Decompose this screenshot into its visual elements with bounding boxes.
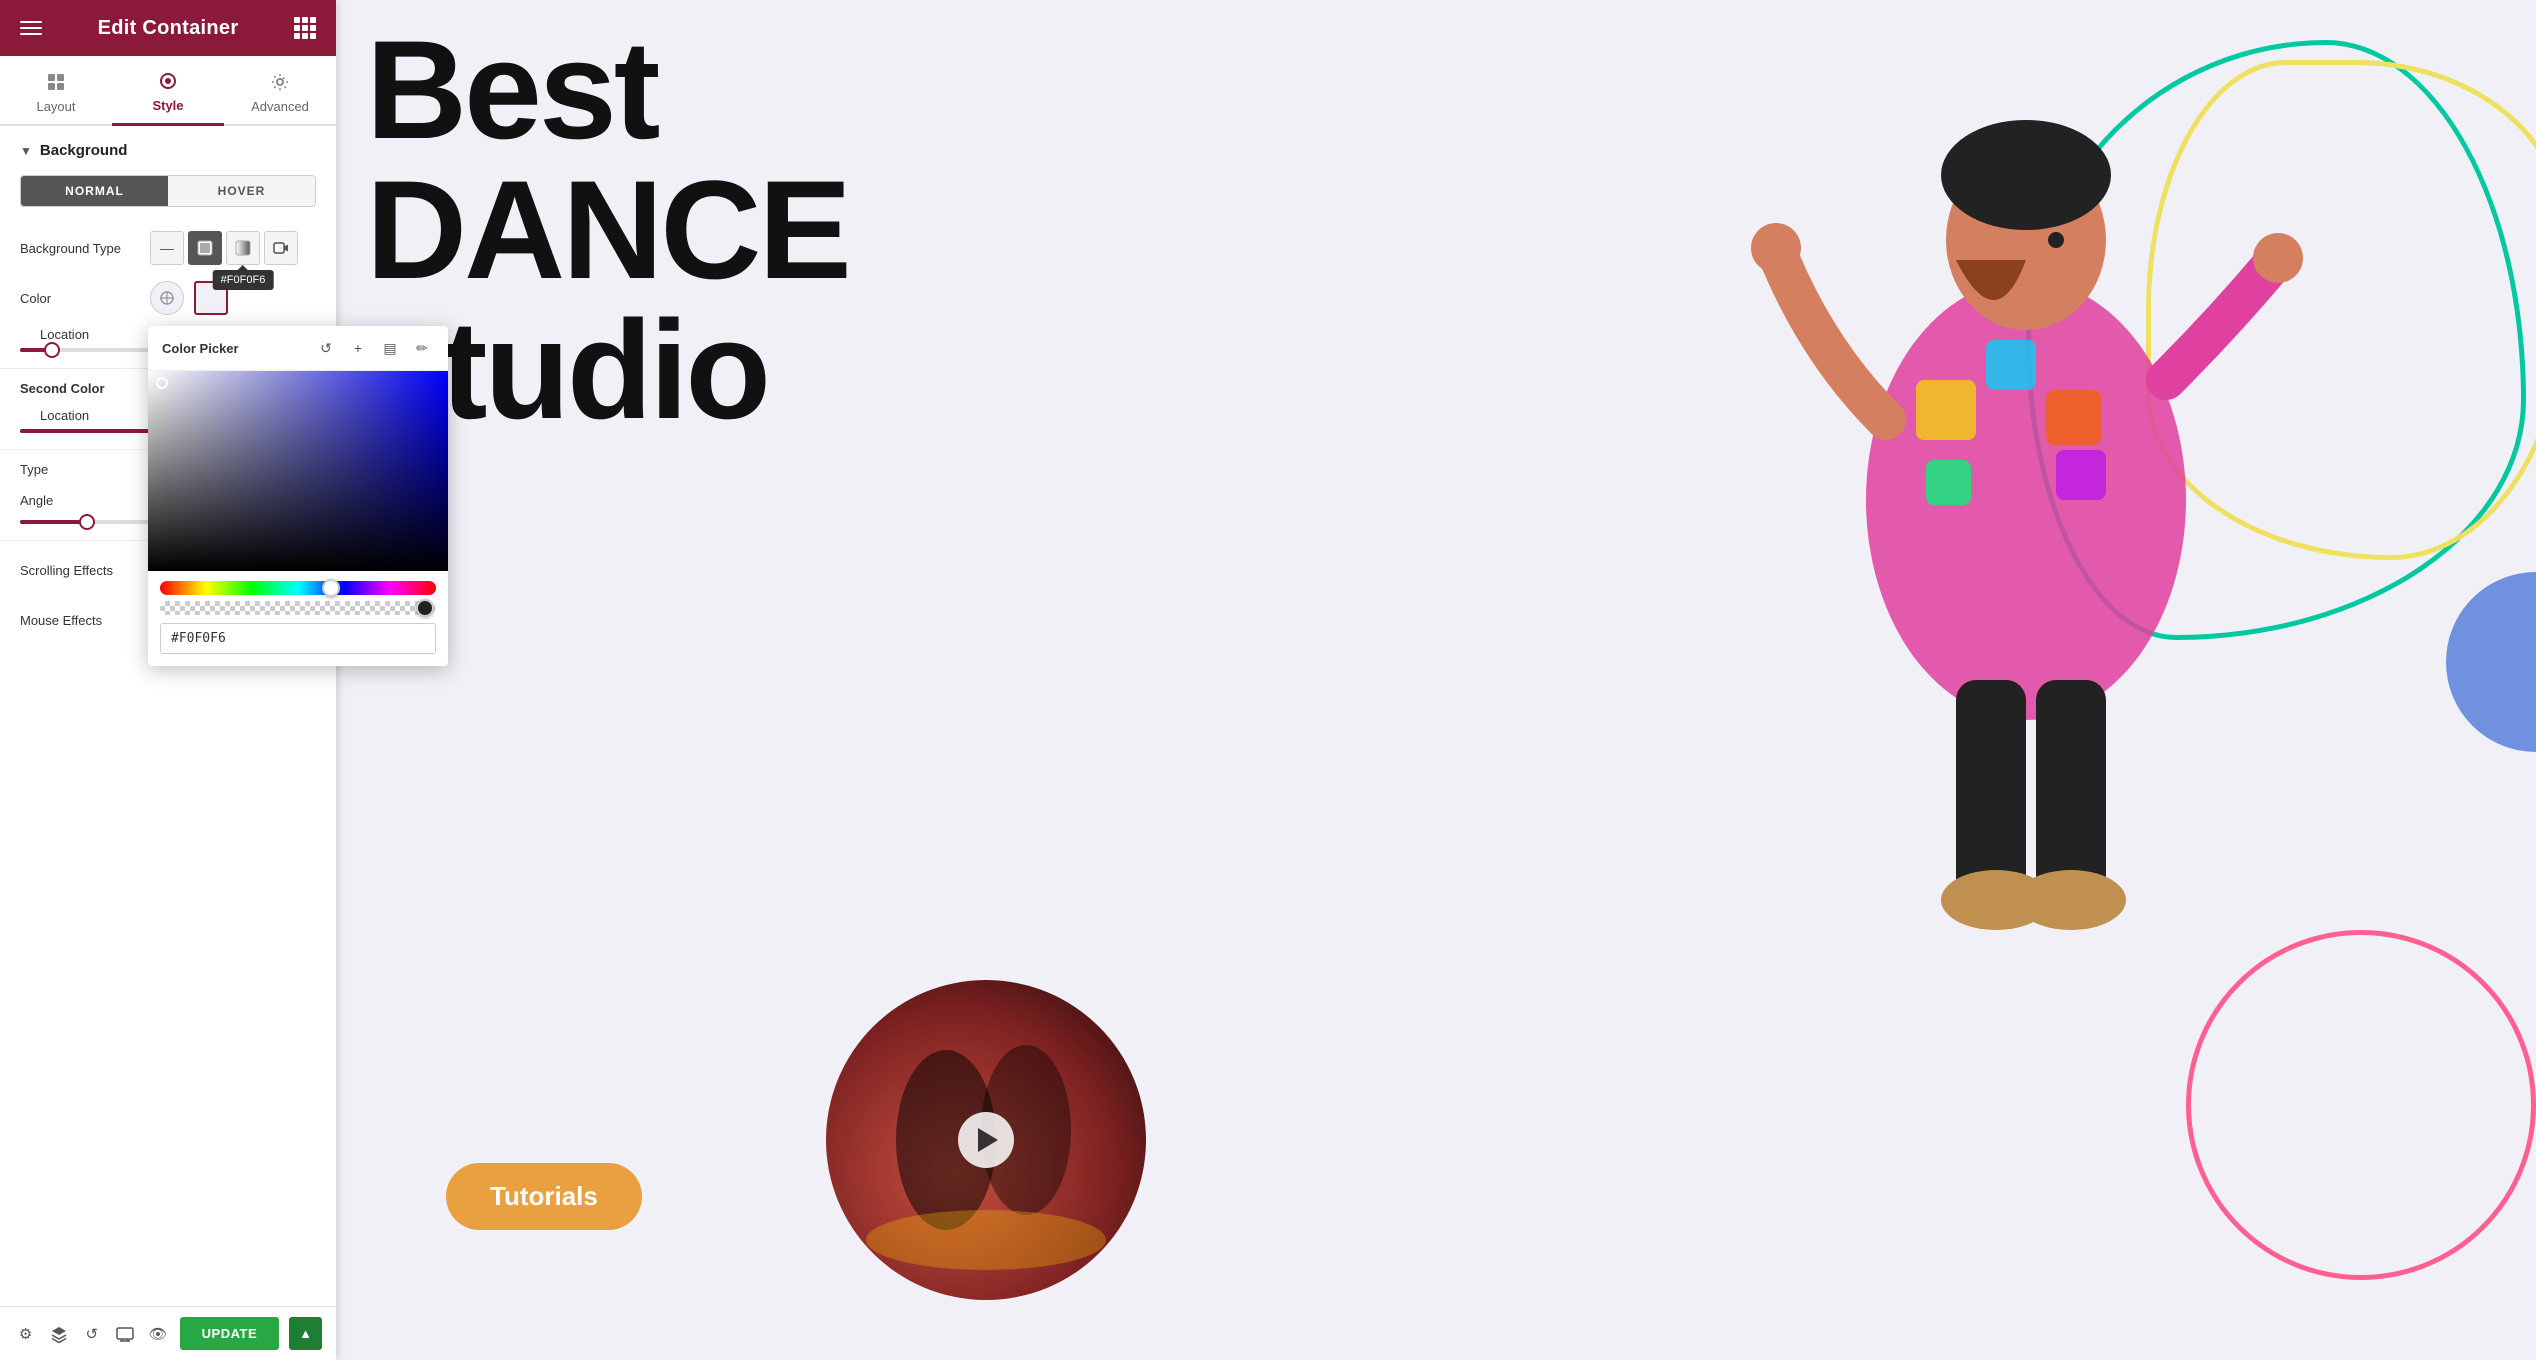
play-button[interactable] (958, 1112, 1014, 1168)
cp-add-button[interactable]: + (346, 336, 370, 360)
cp-black-overlay (148, 371, 448, 571)
type-label: Type (20, 462, 140, 477)
play-triangle-icon (978, 1128, 998, 1152)
cp-header: Color Picker ↺ + ▤ ✏ (148, 326, 448, 371)
update-button[interactable]: UPDATE (180, 1317, 279, 1350)
cp-gradient-area[interactable] (148, 371, 448, 571)
settings-icon[interactable]: ⚙ (14, 1320, 37, 1348)
bg-video-button[interactable] (264, 231, 298, 265)
hero-line1: Best (366, 20, 849, 160)
bg-gradient-button[interactable]: #F0F0F6 (226, 231, 260, 265)
angle-slider-thumb[interactable] (79, 514, 95, 530)
blob-pink-decoration (2186, 930, 2536, 1280)
main-content: Best DANCE studio Tutorials (336, 0, 2536, 1360)
panel-header: Edit Container (0, 0, 336, 56)
video-thumbnail[interactable] (826, 980, 1146, 1300)
grid-menu-icon[interactable] (294, 17, 316, 39)
left-panel: Edit Container Layout (0, 0, 336, 1360)
dancer-figure (1716, 0, 2336, 960)
tab-layout-label: Layout (36, 99, 75, 114)
cp-eyedropper-button[interactable]: ✏ (410, 336, 434, 360)
hamburger-menu-icon[interactable] (20, 21, 42, 35)
canvas-area: Best DANCE studio Tutorials (336, 0, 2536, 1360)
panel-tabs: Layout Style Advanced (0, 56, 336, 126)
update-arrow-button[interactable]: ▲ (289, 1317, 322, 1350)
tab-advanced-label: Advanced (251, 99, 309, 114)
tutorials-button[interactable]: Tutorials (446, 1163, 642, 1230)
cp-hex-input-row (160, 623, 436, 654)
background-type-row: Background Type — #F0F0F6 (0, 223, 336, 273)
advanced-icon (269, 71, 291, 93)
background-section-label: Background (40, 142, 128, 159)
color-global-button[interactable] (150, 281, 184, 315)
cp-hex-input[interactable] (160, 623, 436, 654)
location-slider-thumb[interactable] (44, 342, 60, 358)
cp-hue-thumb[interactable] (322, 579, 340, 597)
collapse-arrow-icon: ▼ (20, 144, 32, 158)
tab-layout[interactable]: Layout (0, 56, 112, 124)
normal-hover-tabs: NORMAL HOVER (20, 175, 316, 207)
history-icon[interactable]: ↺ (80, 1320, 103, 1348)
layers-icon[interactable] (47, 1320, 70, 1348)
cp-actions: ↺ + ▤ ✏ (314, 336, 434, 360)
background-type-label: Background Type (20, 241, 140, 256)
angle-label: Angle (20, 493, 140, 508)
panel-content: ▼ Background NORMAL HOVER Background Typ… (0, 126, 336, 1306)
cp-title: Color Picker (162, 341, 239, 356)
cp-reset-button[interactable]: ↺ (314, 336, 338, 360)
style-icon (157, 70, 179, 92)
tab-style-label: Style (152, 98, 183, 113)
hero-line2: DANCE (366, 160, 849, 300)
bg-none-button[interactable]: — (150, 231, 184, 265)
cp-alpha-thumb[interactable] (416, 599, 434, 617)
normal-tab[interactable]: NORMAL (21, 176, 168, 206)
side-circle-decoration (2446, 572, 2536, 752)
angle-slider-fill (20, 520, 85, 524)
eye-icon[interactable]: 👁 (147, 1320, 170, 1348)
scrolling-effects-label: Scrolling Effects (20, 563, 113, 578)
hover-tab[interactable]: HOVER (168, 176, 315, 206)
color-row: Color (0, 273, 336, 323)
cp-swatches-button[interactable]: ▤ (378, 336, 402, 360)
bg-classic-button[interactable] (188, 231, 222, 265)
cp-cursor (156, 377, 168, 389)
background-type-buttons: — #F0F0F6 (150, 231, 298, 265)
color-label: Color (20, 291, 140, 306)
tab-advanced[interactable]: Advanced (224, 56, 336, 124)
responsive-icon[interactable] (113, 1320, 136, 1348)
tooltip-bubble: #F0F0F6 (213, 270, 274, 290)
second-color-label: Second Color (20, 381, 140, 396)
tab-style[interactable]: Style (112, 56, 224, 126)
cp-hue-slider[interactable] (160, 581, 436, 595)
cp-alpha-slider[interactable] (160, 601, 436, 615)
mouse-effects-label: Mouse Effects (20, 613, 102, 628)
panel-title: Edit Container (98, 17, 239, 40)
background-section-header[interactable]: ▼ Background (0, 126, 336, 175)
color-picker-popup: Color Picker ↺ + ▤ ✏ (148, 326, 448, 666)
layout-icon (45, 71, 67, 93)
bottom-bar: ⚙ ↺ 👁 UPDATE ▲ (0, 1306, 336, 1360)
